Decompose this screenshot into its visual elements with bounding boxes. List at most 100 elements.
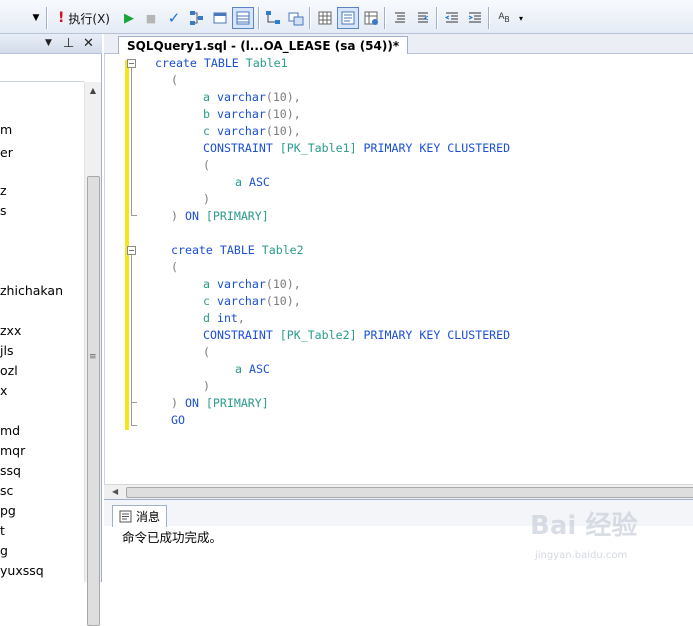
code-line: ) ON [PRIMARY] <box>171 208 269 225</box>
database-dropdown-icon[interactable]: ▼ <box>30 10 42 26</box>
code-token: PRIMARY KEY CLUSTERED <box>363 328 511 342</box>
tab-sqlquery1[interactable]: SQLQuery1.sql - (l...OA_LEASE (sa (54))* <box>118 36 409 56</box>
increase-indent-icon[interactable] <box>464 7 486 29</box>
code-token: varchar <box>216 124 266 138</box>
results-file-icon[interactable] <box>360 7 382 29</box>
code-line: ) ON [PRIMARY] <box>171 395 269 412</box>
tree-item[interactable]: zhichakan <box>0 282 84 300</box>
scroll-up-arrow-icon[interactable]: ▲ <box>85 82 101 98</box>
tree-item[interactable]: yuxssq <box>0 562 84 580</box>
results-grid-icon[interactable] <box>314 7 336 29</box>
code-line: b varchar(10), <box>203 106 301 123</box>
code-token: ) <box>171 396 185 410</box>
scroll-grip-icon: ≡ <box>89 352 97 362</box>
include-plan-icon[interactable] <box>262 7 284 29</box>
code-token: a <box>203 277 217 291</box>
code-token: [PK_Table1] <box>279 141 364 155</box>
code-line: c varchar(10), <box>203 123 301 140</box>
code-token: b <box>203 107 217 121</box>
tree-item[interactable]: jls <box>0 342 84 360</box>
fold-end <box>131 215 137 216</box>
tree-item[interactable]: z <box>0 182 84 200</box>
code-line: ) <box>203 378 210 395</box>
message-icon <box>119 510 132 523</box>
toolbar-separator <box>384 7 386 29</box>
code-token: Table2 <box>261 243 304 257</box>
code-token: ( <box>171 260 178 274</box>
code-token: (10), <box>265 294 301 308</box>
fold-end <box>131 402 137 403</box>
collapse-region-icon[interactable]: − <box>127 246 136 255</box>
execute-button[interactable]: ! 执行(X) <box>54 7 114 29</box>
collapse-region-icon[interactable]: − <box>127 59 136 68</box>
toolbar-separator <box>436 7 438 29</box>
pin-icon[interactable]: ⊥ <box>63 36 74 51</box>
code-token: ) <box>203 192 210 206</box>
tree-item[interactable]: ssq <box>0 462 84 480</box>
tree-item[interactable]: x <box>0 382 84 400</box>
tree-item[interactable]: g <box>0 542 84 560</box>
decrease-indent-icon[interactable] <box>441 7 463 29</box>
code-token: [PRIMARY] <box>205 396 269 410</box>
results-tab-strip: 消息 <box>104 500 693 527</box>
uncomment-icon[interactable] <box>412 7 434 29</box>
code-token: a <box>235 362 249 376</box>
code-line: a varchar(10), <box>203 89 301 106</box>
tree-item[interactable]: zxx <box>0 322 84 340</box>
code-line: ( <box>203 157 210 174</box>
comment-icon[interactable] <box>389 7 411 29</box>
tab-messages[interactable]: 消息 <box>112 505 168 527</box>
code-token: , <box>237 311 245 325</box>
debug-play-icon[interactable]: ▶ <box>118 7 140 29</box>
tree-item[interactable]: m <box>0 121 84 139</box>
parse-check-icon[interactable]: ✓ <box>163 7 185 29</box>
code-line: a ASC <box>235 361 270 378</box>
code-line: c varchar(10), <box>203 293 301 310</box>
code-token: GO <box>171 413 185 427</box>
horizontal-scroll-thumb[interactable] <box>126 487 693 498</box>
code-token: Table1 <box>245 56 288 70</box>
close-icon[interactable]: ✕ <box>83 36 94 51</box>
toolbar-separator <box>46 7 48 29</box>
toolbar-options-icon[interactable]: ▾ <box>515 7 527 29</box>
tree-item[interactable]: sc <box>0 482 84 500</box>
query-designer-icon[interactable] <box>209 7 231 29</box>
code-token: create <box>155 56 204 70</box>
explorer-scrollbar[interactable]: ▲ ≡ <box>84 82 101 626</box>
code-line: CONSTRAINT [PK_Table2] PRIMARY KEY CLUST… <box>203 327 510 344</box>
tree-item[interactable]: er <box>0 144 84 162</box>
stop-icon[interactable]: ■ <box>140 7 162 29</box>
code-token: int <box>216 311 238 325</box>
code-line: ) <box>203 191 210 208</box>
tree-item[interactable]: md <box>0 422 84 440</box>
object-explorer-header: ▼ ⊥ ✕ <box>0 34 102 54</box>
specify-values-icon[interactable]: AB <box>493 7 515 29</box>
code-line: ( <box>203 344 210 361</box>
object-explorer-panel: ▼ ⊥ ✕ m er z s zhichakan zxx jls ozl x md mqr ssq sc… <box>0 34 102 626</box>
code-token: (10), <box>265 124 301 138</box>
code-token: d <box>203 311 217 325</box>
code-token: [PRIMARY] <box>205 209 269 223</box>
scroll-left-arrow-icon[interactable]: ◀ <box>112 485 118 499</box>
client-stats-icon[interactable] <box>285 7 307 29</box>
toolbar-separator <box>258 7 260 29</box>
tree-item[interactable]: mqr <box>0 442 84 460</box>
tree-item[interactable]: s <box>0 202 84 220</box>
code-token: (10), <box>265 277 301 291</box>
tree-item[interactable]: t <box>0 522 84 540</box>
tree-item[interactable]: ozl <box>0 362 84 380</box>
results-to-icon[interactable] <box>232 7 254 29</box>
code-line: a ASC <box>235 174 270 191</box>
code-token: ( <box>171 73 178 87</box>
sql-code-editor[interactable]: − − create TABLE Table1(a varchar(10), b … <box>104 54 693 484</box>
display-plan-icon[interactable] <box>186 7 208 29</box>
code-token: ) <box>171 209 185 223</box>
explorer-scroll-thumb[interactable] <box>87 176 100 626</box>
tree-item[interactable]: pg <box>0 502 84 520</box>
code-token: create <box>171 243 220 257</box>
sql-editor-toolbar: ▼ ! 执行(X) ▶ ■ ✓ AB ▾ <box>0 0 693 34</box>
code-token: varchar <box>216 277 266 291</box>
editor-horizontal-scrollbar[interactable]: ◀ <box>104 484 693 499</box>
panel-menu-icon[interactable]: ▼ <box>45 38 52 48</box>
results-text-icon[interactable] <box>337 7 359 29</box>
